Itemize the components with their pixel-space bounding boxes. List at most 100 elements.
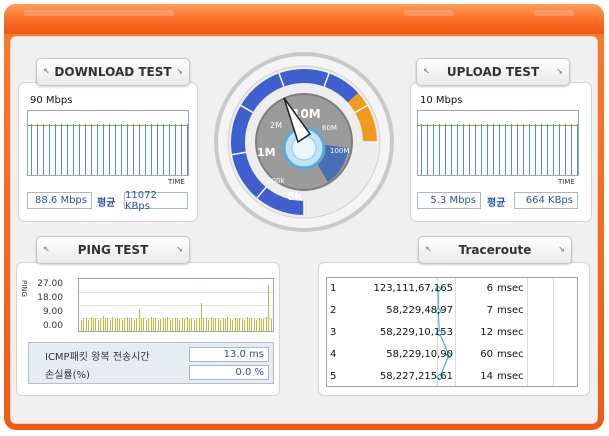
ping-bar (129, 319, 130, 331)
ping-bar (232, 320, 234, 331)
graph-bar (421, 124, 422, 175)
graph-bar (523, 124, 524, 175)
ping-bar (268, 285, 270, 331)
tab-ornament-icon: ↖ (43, 67, 50, 76)
graph-bar (31, 124, 32, 175)
graph-bar (175, 124, 176, 175)
graph-bar (475, 124, 476, 175)
graph-bar (157, 124, 158, 175)
ping-bar (169, 320, 171, 331)
graph-bar (505, 124, 506, 175)
icmp-rtt-value: 13.0 ms (189, 347, 269, 362)
hop-unit: msec (497, 327, 524, 338)
graph-bar (97, 124, 98, 175)
graph-bar (133, 124, 134, 175)
graph-bar (37, 124, 38, 175)
upload-speed-mbps: 5.3 Mbps (417, 192, 481, 209)
graph-bar (469, 124, 470, 175)
download-test-tab: ↖ DOWNLOAD TEST ↘ (36, 58, 190, 86)
graph-bar (481, 124, 482, 175)
gauge-label-0k: 0k (287, 190, 303, 203)
ping-bar (153, 319, 154, 331)
ping-bar (258, 318, 260, 331)
graph-bar (115, 124, 116, 175)
download-graph-line (28, 125, 188, 126)
icmp-loss-label: 손실률(%) (45, 370, 90, 381)
download-scale: 90 Mbps (30, 95, 73, 106)
ping-bar (83, 319, 85, 331)
graph-bar (499, 124, 500, 175)
ping-bar (181, 318, 183, 331)
tab-ornament-icon: ↘ (176, 245, 183, 254)
ping-bar (225, 319, 226, 331)
ping-bar (234, 318, 236, 331)
ping-bar (143, 318, 145, 331)
ping-bar (167, 317, 169, 331)
ping-bar (184, 319, 186, 331)
ping-bar (93, 319, 94, 331)
graph-bar (127, 124, 128, 175)
graph-bar (511, 124, 512, 175)
hop-number: 2 (330, 305, 337, 316)
ping-bar (213, 319, 214, 331)
gauge-label-1m: 1M (257, 146, 276, 159)
graph-bar (535, 124, 536, 175)
graph-bar (559, 124, 560, 175)
upload-speed-kbps: 664 KBps (514, 192, 578, 209)
upload-graph-line (418, 125, 578, 126)
graph-bar (103, 124, 104, 175)
hop-ip: 123,111,67,165 (373, 283, 453, 294)
ping-bar (261, 319, 262, 331)
hop-unit: msec (497, 371, 524, 382)
traceroute-row: 4 58,229,10,90 60 msec (327, 344, 579, 366)
ping-bar (239, 318, 241, 331)
ping-y-tick: 27.00 (37, 279, 63, 289)
ping-bar (237, 319, 238, 331)
ping-bar (155, 318, 157, 331)
hop-number: 3 (330, 327, 337, 338)
traceroute-tab: ↖ Traceroute ↘ (418, 236, 572, 264)
graph-bar (571, 124, 572, 175)
graph-bar (151, 124, 152, 175)
title-bar-highlight (534, 10, 574, 16)
ping-bar (95, 318, 97, 331)
ping-bar (174, 318, 176, 331)
ping-bar (172, 319, 174, 331)
tab-ornament-icon: ↖ (43, 245, 50, 254)
ping-bar (136, 319, 138, 331)
ping-bar (179, 320, 181, 331)
ping-bar (191, 318, 193, 331)
graph-bar (451, 124, 452, 175)
ping-test-tab: ↖ PING TEST ↘ (36, 236, 190, 264)
icmp-rtt-label: ICMP패킷 왕복 전송시간 (45, 352, 150, 363)
upload-test-label: UPLOAD TEST (446, 65, 540, 79)
ping-bar (107, 318, 109, 331)
ping-bar (244, 320, 246, 331)
ping-bar (148, 319, 150, 331)
ping-bar (88, 320, 90, 331)
graph-bar (565, 124, 566, 175)
ping-bar (220, 320, 222, 331)
graph-bar (163, 124, 164, 175)
ping-bar (160, 319, 162, 331)
ping-y-tick: 18.00 (37, 293, 63, 303)
ping-bar (85, 318, 87, 331)
ping-gridline (79, 305, 273, 306)
ping-bar (249, 319, 250, 331)
ping-bar (131, 318, 133, 331)
ping-y-tick: 9.00 (42, 307, 63, 317)
ping-bar (117, 318, 118, 331)
ping-bar (133, 320, 135, 331)
graph-bar (577, 124, 578, 175)
ping-bar (253, 319, 255, 331)
ping-bar (121, 320, 123, 331)
hop-latency: 6 (486, 283, 493, 294)
graph-bar (445, 124, 446, 175)
ping-bar (138, 309, 140, 331)
traceroute-row: 5 58,227,215,61 14 msec (327, 366, 579, 388)
ping-bar (217, 319, 219, 331)
graph-bar (91, 124, 92, 175)
speed-gauge: 0k 500k 1M 2M 10M 60M 100M (214, 52, 394, 232)
hop-latency: 60 (480, 349, 493, 360)
graph-bar (517, 124, 518, 175)
